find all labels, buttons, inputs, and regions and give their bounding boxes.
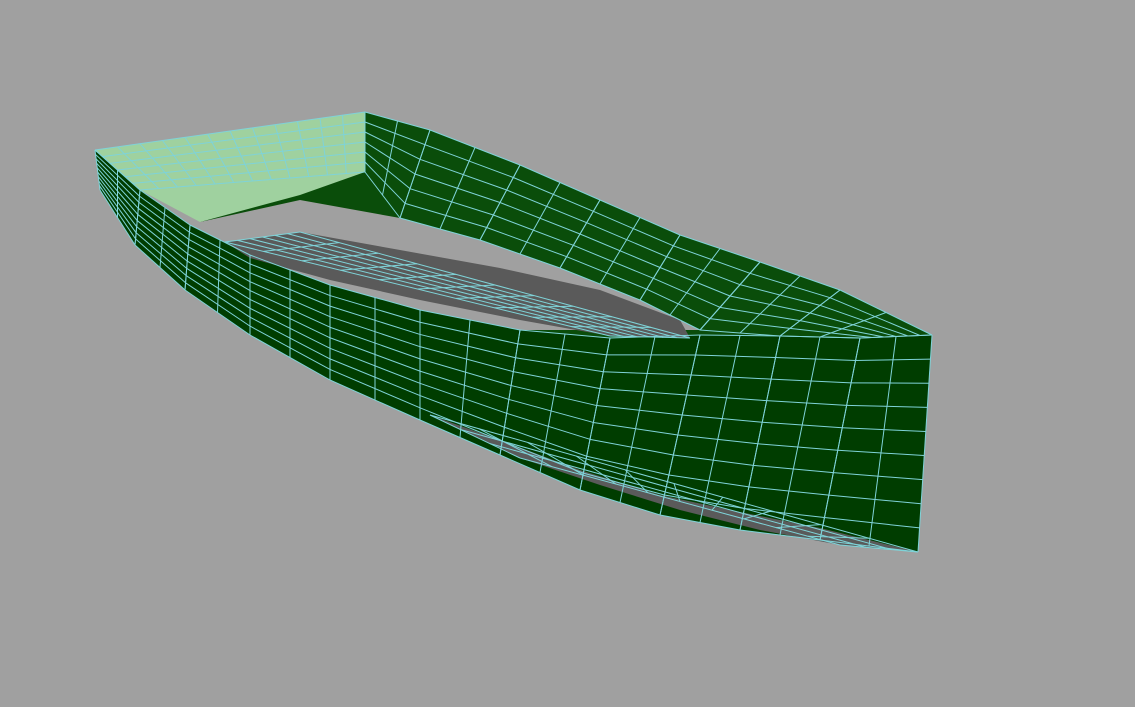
3d-viewport[interactable] [0, 0, 1135, 707]
scene-canvas[interactable] [0, 0, 1135, 707]
